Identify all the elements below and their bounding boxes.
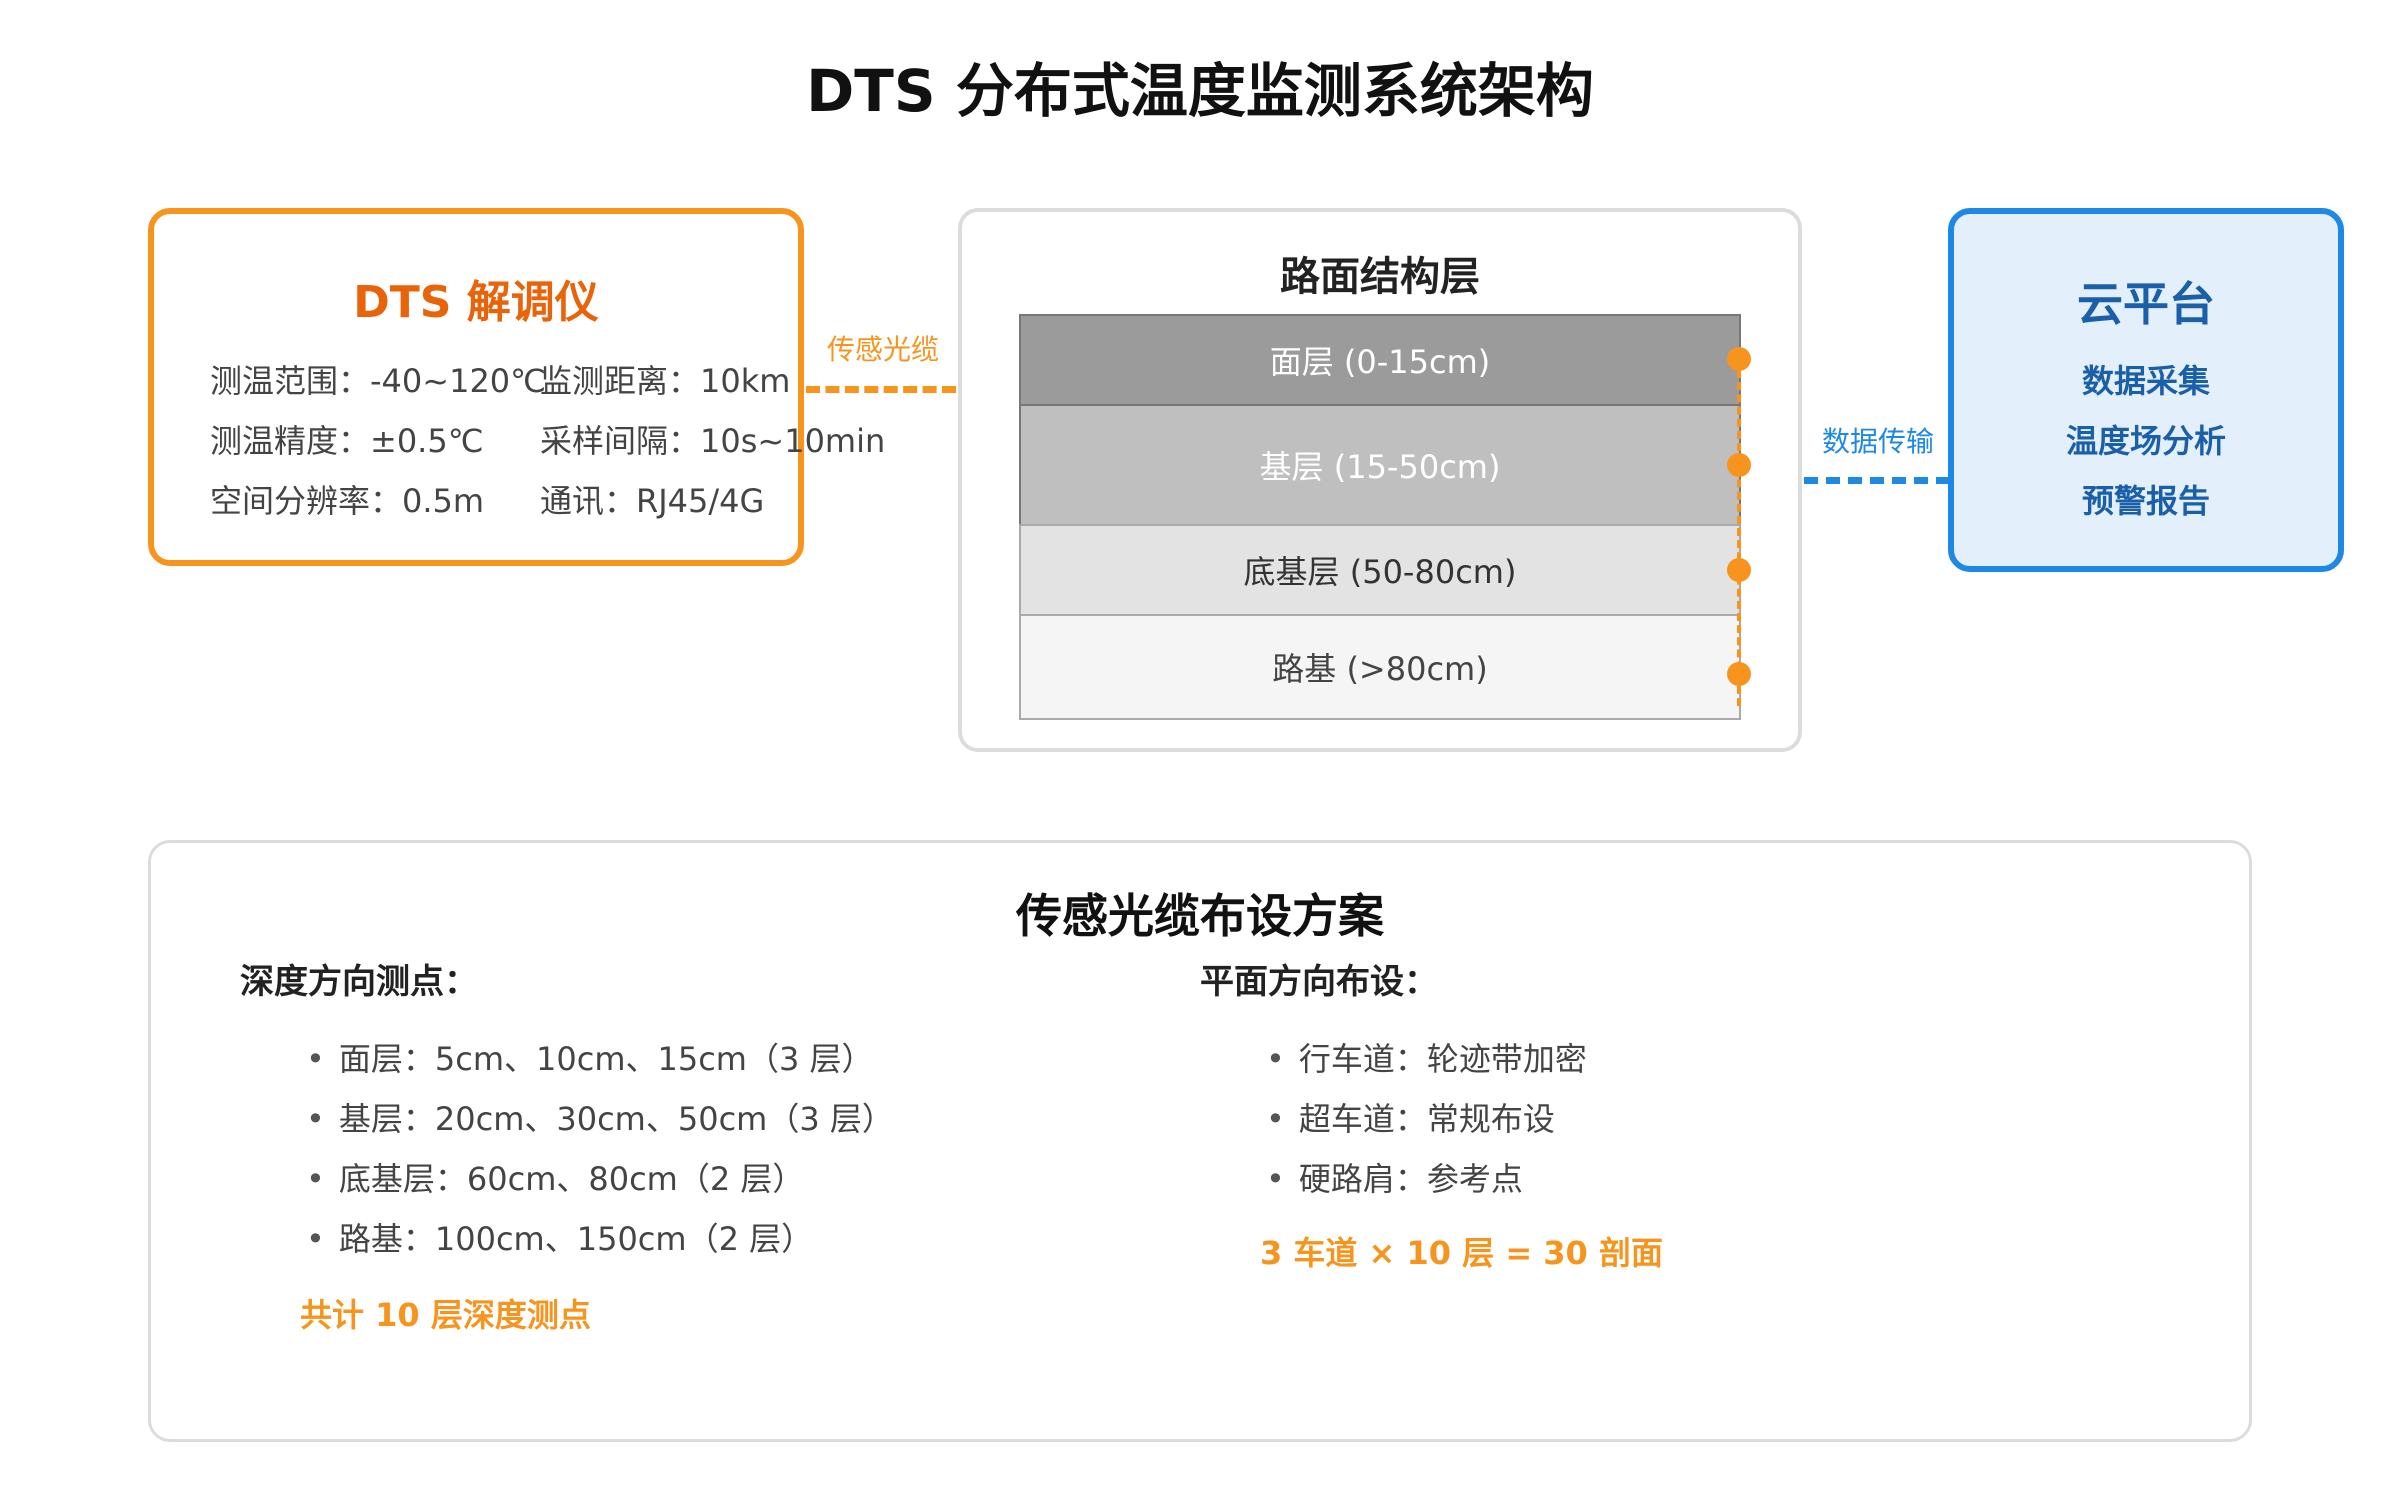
depth-item: • 基层：20cm、30cm、50cm（3 层） [306,1094,894,1140]
depth-item: • 面层：5cm、10cm、15cm（3 层） [306,1034,874,1080]
data-transfer-label: 数据传输 [1821,425,1934,458]
dts-spec-accuracy: 测温精度：±0.5℃ [210,422,484,460]
diagram-title: DTS 分布式温度监测系统架构 [806,57,1594,125]
depth-item-text: 面层：5cm、10cm、15cm（3 层） [338,1040,874,1078]
cloud-platform-title: 云平台 [2077,277,2215,331]
dts-spec-comm: 通讯：RJ45/4G [540,482,765,520]
plane-item-text: 超车道：常规布设 [1298,1100,1555,1138]
layer-subgrade: 路基 (>80cm) [1019,614,1741,720]
sensor-point-subgrade [1727,662,1751,686]
layer-base: 基层 (15-50cm) [1019,404,1741,526]
depth-item: • 底基层：60cm、80cm（2 层） [306,1154,804,1200]
depth-item-text: 底基层：60cm、80cm（2 层） [338,1160,805,1198]
dts-spec-distance: 监测距离：10km [540,362,791,400]
sensor-point-base [1727,453,1751,477]
depth-item-text: 路基：100cm、150cm（2 层） [338,1220,814,1258]
sensing-cable-connector [806,386,956,393]
depth-item: • 路基：100cm、150cm（2 层） [306,1214,813,1260]
plane-item: • 硬路肩：参考点 [1266,1154,1523,1200]
cable-layout-title: 传感光缆布设方案 [1016,889,1384,943]
layer-surface: 面层 (0-15cm) [1019,314,1741,406]
dts-spec-temp-range: 测温范围：-40~120℃ [210,362,547,400]
dts-title: DTS 解调仪 [353,277,599,328]
cloud-item-warning-report: 预警报告 [2081,482,2210,520]
depth-summary: 共计 10 层深度测点 [300,1296,591,1334]
bullet-glyph: • [1266,1160,1285,1198]
cloud-item-data-collection: 数据采集 [2081,362,2210,400]
layer-subbase: 底基层 (50-80cm) [1019,524,1741,616]
plane-item-text: 硬路肩：参考点 [1298,1160,1523,1198]
plane-heading: 平面方向布设： [1200,962,1438,1002]
plane-item-text: 行车道：轮迹带加密 [1298,1040,1587,1078]
fiber-cable-line [1737,358,1741,706]
data-transfer-connector [1804,477,1950,484]
road-structure-title: 路面结构层 [1280,254,1480,300]
bullet-glyph: • [1266,1100,1285,1138]
bullet-glyph: • [306,1160,325,1198]
bullet-glyph: • [1266,1040,1285,1078]
depth-item-text: 基层：20cm、30cm、50cm（3 层） [338,1100,894,1138]
bullet-glyph: • [306,1100,325,1138]
depth-heading: 深度方向测点： [240,962,478,1002]
plane-item: • 行车道：轮迹带加密 [1266,1034,1587,1080]
bullet-glyph: • [306,1220,325,1258]
plane-summary: 3 车道 × 10 层 = 30 剖面 [1260,1234,1663,1272]
sensor-point-surface [1727,347,1751,371]
sensor-point-subbase [1727,558,1751,582]
dts-spec-resolution: 空间分辨率：0.5m [210,482,485,520]
cloud-item-temp-analysis: 温度场分析 [2065,422,2226,460]
bullet-glyph: • [306,1040,325,1078]
sensing-cable-label: 传感光缆 [826,333,939,366]
plane-item: • 超车道：常规布设 [1266,1094,1555,1140]
dts-spec-interval: 采样间隔：10s~10min [540,422,886,460]
